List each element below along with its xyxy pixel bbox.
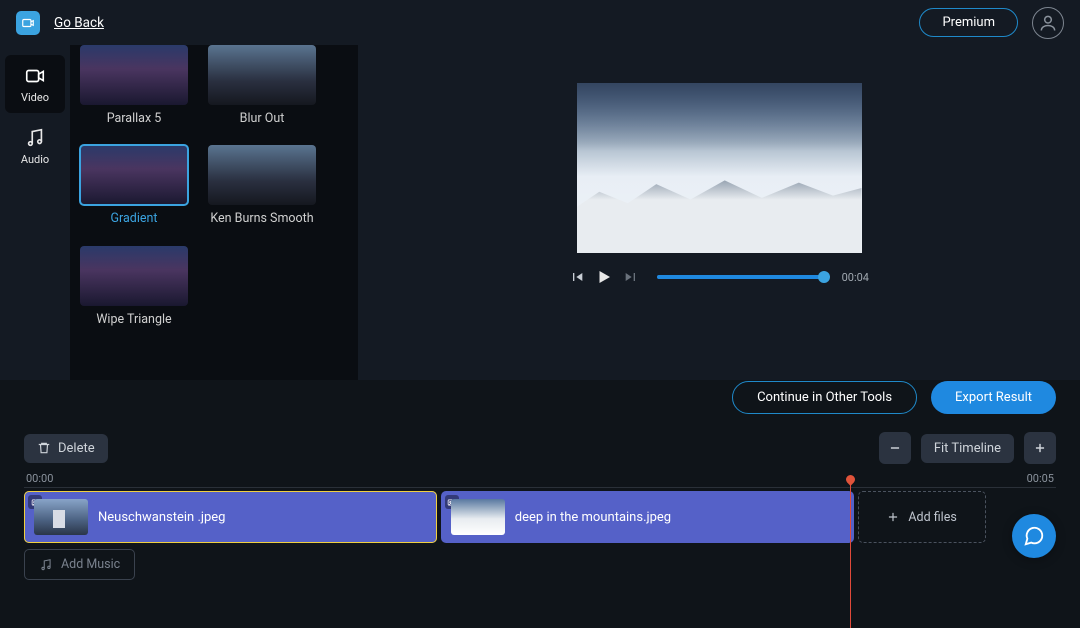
topbar: Go Back Premium [0, 0, 1080, 45]
timeline-toolbar: Delete Fit Timeline [24, 432, 1056, 464]
plus-icon [886, 510, 900, 524]
delete-button[interactable]: Delete [24, 434, 108, 463]
timeline-clip[interactable]: Neuschwanstein .jpeg [24, 491, 437, 543]
clip-thumb [451, 499, 505, 535]
effect-item[interactable]: Ken Burns Smooth [208, 145, 316, 227]
player-progress[interactable] [657, 275, 824, 279]
music-icon [24, 127, 46, 149]
export-button[interactable]: Export Result [931, 381, 1056, 414]
ruler-end: 00:05 [1027, 472, 1054, 485]
zoom-in-button[interactable] [1024, 432, 1056, 464]
next-frame-button[interactable] [623, 269, 639, 285]
effect-label: Gradient [80, 211, 188, 227]
minus-icon [888, 441, 902, 455]
preview-frame [577, 83, 862, 253]
effect-label: Blur Out [208, 111, 316, 127]
timeline-tracks: Neuschwanstein .jpeg deep in the mountain… [24, 491, 1056, 580]
help-fab[interactable] [1012, 514, 1056, 558]
prev-frame-button[interactable] [569, 269, 585, 285]
side-tab-video[interactable]: Video [5, 55, 65, 113]
side-tab-label: Video [21, 91, 49, 104]
player-time: 00:04 [842, 271, 869, 284]
plus-icon [1033, 441, 1047, 455]
play-button[interactable] [595, 268, 613, 286]
clip-label: deep in the mountains.jpeg [515, 510, 671, 525]
fit-timeline-button[interactable]: Fit Timeline [921, 434, 1014, 463]
timeline-clip[interactable]: deep in the mountains.jpeg [441, 491, 854, 543]
timeline-ruler[interactable]: 00:00 00:05 [24, 472, 1056, 485]
effect-item[interactable]: Parallax 5 [80, 45, 188, 127]
effect-item[interactable]: Wipe Triangle [80, 246, 188, 328]
effect-thumb [80, 145, 188, 205]
zoom-out-button[interactable] [879, 432, 911, 464]
side-tab-rail: Video Audio [0, 45, 70, 380]
effect-label: Wipe Triangle [80, 312, 188, 328]
effect-thumb [208, 45, 316, 105]
preview-viewport [577, 83, 862, 253]
effect-item[interactable]: Blur Out [208, 45, 316, 127]
side-tab-audio[interactable]: Audio [5, 117, 65, 175]
main-area: Video Audio Parallax 5 Blur Out Gradient Ke… [0, 45, 1080, 380]
effect-thumb [80, 246, 188, 306]
effect-label: Ken Burns Smooth [208, 211, 316, 227]
skip-prev-icon [569, 269, 585, 285]
preview-area: 00:04 Continue in Other Tools Export Res… [358, 45, 1080, 380]
go-back-link[interactable]: Go Back [54, 15, 104, 31]
user-icon [1038, 13, 1058, 33]
trash-icon [37, 441, 51, 455]
premium-button[interactable]: Premium [919, 8, 1018, 37]
clip-label: Neuschwanstein .jpeg [98, 510, 225, 525]
chat-icon [1023, 525, 1045, 547]
skip-next-icon [623, 269, 639, 285]
play-icon [595, 268, 613, 286]
action-bar: Continue in Other Tools Export Result [732, 381, 1056, 414]
player-controls: 00:04 [569, 268, 869, 286]
add-files-button[interactable]: Add files [858, 491, 986, 543]
add-music-button[interactable]: Add Music [24, 549, 135, 580]
effect-thumb [208, 145, 316, 205]
effect-label: Parallax 5 [80, 111, 188, 127]
music-note-icon [39, 558, 53, 572]
clip-thumb [34, 499, 88, 535]
continue-button[interactable]: Continue in Other Tools [732, 381, 917, 414]
profile-avatar[interactable] [1032, 7, 1064, 39]
ruler-start: 00:00 [26, 472, 53, 485]
video-track: Neuschwanstein .jpeg deep in the mountain… [24, 491, 1056, 543]
effect-thumb [80, 45, 188, 105]
effects-panel[interactable]: Parallax 5 Blur Out Gradient Ken Burns Smoo… [70, 45, 358, 380]
video-icon [24, 65, 46, 87]
app-logo-icon [16, 11, 40, 35]
effect-item[interactable]: Gradient [80, 145, 188, 227]
progress-thumb[interactable] [818, 271, 830, 283]
side-tab-label: Audio [21, 153, 49, 166]
playhead[interactable] [850, 477, 851, 628]
